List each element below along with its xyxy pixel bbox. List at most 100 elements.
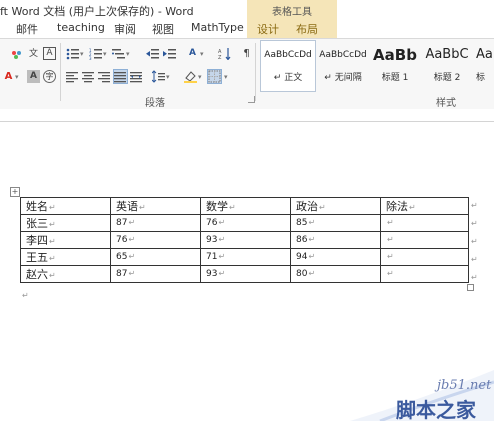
style-title[interactable]: Aa 标 [472,41,494,91]
table-move-handle-icon[interactable]: + [10,187,20,197]
cell-text: 数学 [206,200,228,213]
style-heading-1[interactable]: AaBb 标题 1 [368,41,422,91]
shading-icon[interactable] [184,70,197,83]
tab-mailings[interactable]: 邮件 [16,21,38,37]
align-left-icon[interactable] [66,70,79,83]
table-cell[interactable]: 65↵ [110,248,201,266]
table-cell[interactable]: 姓名↵ [20,197,111,215]
watermark-site: jb51.net [437,378,492,393]
table-cell[interactable]: ↵ [380,231,469,249]
table-cell[interactable]: ↵ [380,214,469,232]
cell-text: 87 [116,218,128,228]
table-resize-handle-icon[interactable] [467,284,474,291]
cell-text: 93 [206,235,218,245]
score-table[interactable]: 姓名↵ 英语↵ 数学↵ 政治↵ 除法↵ 张三↵ 87↵ 76↵ 85↵ ↵ 李四… [20,197,469,283]
style-preview: AaBb [373,46,417,64]
cell-text: 65 [116,252,128,262]
line-spacing-dropdown-icon[interactable]: ▾ [166,73,170,81]
svg-text:3: 3 [89,56,92,60]
table-cell[interactable]: 76↵ [110,231,201,249]
table-cell[interactable]: 87↵ [110,214,201,232]
table-cell[interactable]: 李四↵ [20,231,111,249]
multilevel-dropdown-icon[interactable]: ▾ [126,50,130,58]
table-cell[interactable]: 71↵ [200,248,291,266]
group-divider [255,43,256,101]
tab-table-layout[interactable]: 布局 [296,21,318,37]
style-preview: AaBbC [425,47,469,62]
style-normal[interactable]: AaBbCcDd ↵ 正文 [260,40,316,92]
style-preview: AaBbCcDd [264,50,312,60]
tab-mathtype[interactable]: MathType [191,21,244,34]
paragraph-launcher-icon[interactable] [248,96,255,103]
table-wrap: 姓名↵ 英语↵ 数学↵ 政治↵ 除法↵ 张三↵ 87↵ 76↵ 85↵ ↵ 李四… [20,197,469,283]
align-right-icon[interactable] [98,70,111,83]
bullets-dropdown-icon[interactable]: ▾ [80,50,84,58]
numbering-icon[interactable]: 123 [89,47,102,60]
sort-icon[interactable]: AZ [218,47,231,60]
table-cell[interactable]: 政治↵ [290,197,381,215]
show-marks-icon[interactable]: ¶ [240,47,253,60]
cell-text: 86 [296,235,308,245]
align-center-icon[interactable] [82,70,95,83]
multilevel-list-icon[interactable] [112,47,125,60]
table-cell[interactable]: 85↵ [290,214,381,232]
borders-dropdown-icon[interactable]: ▾ [224,73,228,81]
table-cell[interactable]: 80↵ [290,265,381,283]
style-heading-2[interactable]: AaBbC 标题 2 [420,41,474,91]
cell-text: 85 [296,218,308,228]
table-cell[interactable]: 87↵ [110,265,201,283]
paragraph-mark: ↵ [22,291,29,300]
table-cell[interactable]: 数学↵ [200,197,291,215]
change-case-icon[interactable] [10,47,23,60]
table-cell[interactable]: 英语↵ [110,197,201,215]
table-cell[interactable]: ↵ [380,248,469,266]
cell-text: 王五 [26,251,48,264]
tab-teaching[interactable]: teaching [57,21,105,34]
tab-review[interactable]: 审阅 [114,21,136,37]
tab-view[interactable]: 视图 [152,21,174,37]
borders-icon[interactable] [207,69,222,84]
table-cell[interactable]: 94↵ [290,248,381,266]
phonetic-guide-icon[interactable]: 文 [27,47,40,60]
end-of-row-mark: ↵ [471,219,478,228]
cell-text: 93 [206,269,218,279]
increase-indent-icon[interactable] [163,47,176,60]
justify-icon[interactable] [113,69,128,84]
numbering-dropdown-icon[interactable]: ▾ [103,50,107,58]
tab-table-design[interactable]: 设计 [257,21,279,37]
table-cell[interactable]: 赵六↵ [20,265,111,283]
cell-text: 政治 [296,200,318,213]
cell-text: 姓名 [26,200,48,213]
end-of-row-mark: ↵ [471,255,478,264]
asian-layout-dropdown-icon[interactable]: ▾ [200,50,204,58]
cell-text: 94 [296,252,308,262]
line-spacing-icon[interactable] [152,70,165,83]
style-no-spacing[interactable]: AaBbCcDd ↵ 无间隔 [316,41,370,91]
table-cell[interactable]: 93↵ [200,231,291,249]
distributed-icon[interactable] [130,70,143,83]
decrease-indent-icon[interactable] [146,47,159,60]
style-name: ↵ 无间隔 [324,73,362,83]
enclose-char-icon[interactable]: 字 [43,70,56,83]
asian-layout-icon[interactable]: A [186,47,199,60]
style-name: 标题 1 [381,73,409,83]
style-preview: Aa [476,47,493,62]
font-color-dropdown-icon[interactable]: ▾ [15,73,19,81]
table-cell[interactable]: 86↵ [290,231,381,249]
table-cell[interactable]: 除法↵ [380,197,469,215]
table-row: 王五↵ 65↵ 71↵ 94↵ ↵ [20,248,469,266]
shading-dropdown-icon[interactable]: ▾ [198,73,202,81]
char-shading-icon[interactable]: A [27,70,40,83]
table-cell[interactable]: 王五↵ [20,248,111,266]
table-cell[interactable]: ↵ [380,265,469,283]
table-cell[interactable]: 93↵ [200,265,291,283]
phonetic-glyph: 文 [28,49,38,59]
char-border-icon[interactable]: A [43,47,56,60]
table-row: 李四↵ 76↵ 93↵ 86↵ ↵ [20,231,469,249]
bullets-icon[interactable] [66,47,79,60]
font-color-icon[interactable]: A [2,70,15,83]
style-name: ↵ 正文 [273,73,303,83]
table-cell[interactable]: 张三↵ [20,214,111,232]
table-cell[interactable]: 76↵ [200,214,291,232]
ribbon-tabs: 邮件 teaching 审阅 视图 MathType 设计 布局 [0,19,494,38]
